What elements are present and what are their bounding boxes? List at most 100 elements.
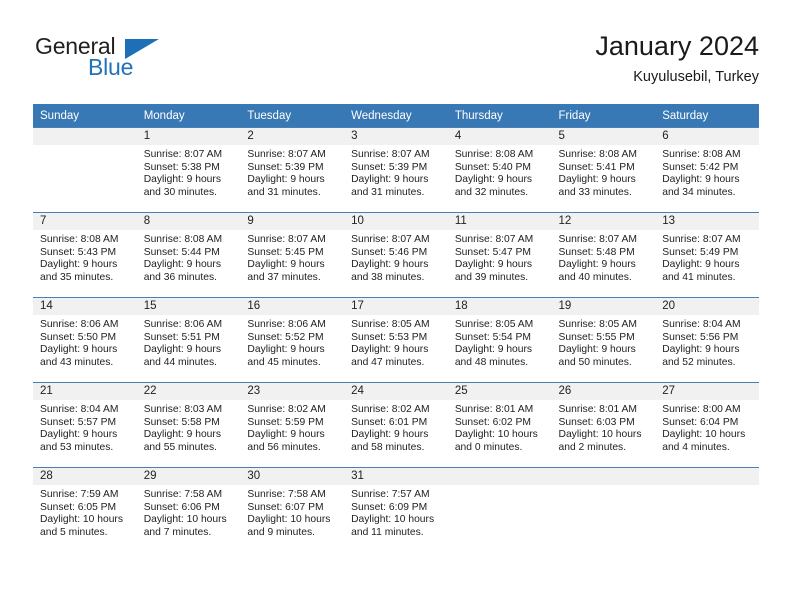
daylight-line: Daylight: 9 hours <box>247 344 325 356</box>
calendar-day-cell[interactable]: 19 Sunrise: 8:05 AM Sunset: 5:55 PM Dayligh… <box>551 297 656 383</box>
sunset-line: Sunset: 5:58 PM <box>143 416 220 428</box>
calendar-day-cell[interactable]: 31 Sunrise: 7:57 AM Sunset: 6:09 PM Dayligh… <box>344 467 448 552</box>
calendar-day-cell[interactable]: 25 Sunrise: 8:01 AM Sunset: 6:02 PM Dayligh… <box>447 382 552 468</box>
day-details: Sunrise: 8:08 AM Sunset: 5:41 PM Daylight:… <box>552 145 656 199</box>
calendar-day-cell[interactable]: 18 Sunrise: 8:05 AM Sunset: 5:54 PM Dayligh… <box>447 297 552 383</box>
daylight-line: Daylight: 10 hours <box>558 429 642 441</box>
sunset-line: Sunset: 6:05 PM <box>40 501 117 513</box>
day-details: Sunrise: 8:08 AM Sunset: 5:42 PM Daylight:… <box>655 145 759 199</box>
daylight-line-cont: and 50 minutes. <box>558 356 632 368</box>
daylight-line: Daylight: 9 hours <box>351 174 429 186</box>
calendar-day-cell[interactable]: 26 Sunrise: 8:01 AM Sunset: 6:03 PM Dayligh… <box>551 382 656 468</box>
daylight-line: Daylight: 9 hours <box>143 259 221 271</box>
daylight-line-cont: and 35 minutes. <box>40 271 114 283</box>
calendar-day-cell[interactable]: 11 Sunrise: 8:07 AM Sunset: 5:47 PM Dayligh… <box>447 212 552 298</box>
day-details: Sunrise: 7:58 AM Sunset: 6:07 PM Daylight:… <box>240 485 344 539</box>
sunset-line: Sunset: 5:52 PM <box>247 331 324 343</box>
sunset-line: Sunset: 6:04 PM <box>662 416 739 428</box>
day-number: 4 <box>447 128 552 145</box>
daylight-line: Daylight: 9 hours <box>662 174 740 186</box>
calendar-day-cell[interactable]: 14 Sunrise: 8:06 AM Sunset: 5:50 PM Dayligh… <box>33 297 137 383</box>
daylight-line-cont: and 4 minutes. <box>662 441 730 453</box>
calendar-day-cell[interactable]: 3 Sunrise: 8:07 AM Sunset: 5:39 PM Daylight… <box>344 127 448 213</box>
calendar-day-cell[interactable]: 6 Sunrise: 8:08 AM Sunset: 5:42 PM Daylight… <box>655 127 759 213</box>
calendar-day-cell[interactable]: 15 Sunrise: 8:06 AM Sunset: 5:51 PM Dayligh… <box>136 297 241 383</box>
calendar-day-cell[interactable]: 27 Sunrise: 8:00 AM Sunset: 6:04 PM Dayligh… <box>655 382 759 468</box>
daylight-line: Daylight: 9 hours <box>143 429 221 441</box>
calendar-day-cell[interactable]: 8 Sunrise: 8:08 AM Sunset: 5:44 PM Daylight… <box>136 212 241 298</box>
calendar-day-cell[interactable]: 10 Sunrise: 8:07 AM Sunset: 5:46 PM Dayligh… <box>344 212 448 298</box>
weekday-header-thursday: Thursday <box>447 104 552 128</box>
daylight-line: Daylight: 9 hours <box>662 344 740 356</box>
day-details: Sunrise: 8:06 AM Sunset: 5:52 PM Daylight:… <box>240 315 344 369</box>
sunrise-line: Sunrise: 8:08 AM <box>454 149 534 160</box>
calendar-page: General Blue January 2024 Kuyulusebil, T… <box>0 0 792 612</box>
calendar-day-cell[interactable]: 4 Sunrise: 8:08 AM Sunset: 5:40 PM Daylight… <box>447 127 552 213</box>
calendar-day-cell[interactable]: 17 Sunrise: 8:05 AM Sunset: 5:53 PM Dayligh… <box>344 297 448 383</box>
calendar-week-row: 1 Sunrise: 8:07 AM Sunset: 5:38 PM Daylight… <box>33 127 759 213</box>
day-number: 20 <box>655 298 759 315</box>
day-number: 22 <box>136 383 241 400</box>
daylight-line: Daylight: 9 hours <box>351 344 429 356</box>
daylight-line-cont: and 38 minutes. <box>351 271 425 283</box>
sunset-line: Sunset: 5:56 PM <box>662 331 739 343</box>
daylight-line-cont: and 37 minutes. <box>247 271 321 283</box>
sunset-line: Sunset: 5:38 PM <box>143 161 220 173</box>
calendar-day-cell[interactable]: 13 Sunrise: 8:07 AM Sunset: 5:49 PM Dayligh… <box>655 212 759 298</box>
calendar-day-cell[interactable]: 28 Sunrise: 7:59 AM Sunset: 6:05 PM Dayligh… <box>33 467 137 552</box>
calendar-day-cell[interactable]: 16 Sunrise: 8:06 AM Sunset: 5:52 PM Dayligh… <box>240 297 345 383</box>
day-details: Sunrise: 8:03 AM Sunset: 5:58 PM Daylight:… <box>137 400 241 454</box>
day-details: Sunrise: 8:06 AM Sunset: 5:51 PM Daylight:… <box>137 315 241 369</box>
day-number: 23 <box>240 383 345 400</box>
calendar-day-cell[interactable]: 24 Sunrise: 8:02 AM Sunset: 6:01 PM Dayligh… <box>344 382 448 468</box>
day-details: Sunrise: 7:57 AM Sunset: 6:09 PM Daylight:… <box>344 485 448 539</box>
daylight-line-cont: and 48 minutes. <box>454 356 529 368</box>
calendar-day-cell[interactable]: 12 Sunrise: 8:07 AM Sunset: 5:48 PM Dayligh… <box>551 212 656 298</box>
daylight-line-cont: and 45 minutes. <box>247 356 321 368</box>
sunrise-line: Sunrise: 8:02 AM <box>351 404 430 415</box>
calendar-day-cell[interactable]: 29 Sunrise: 7:58 AM Sunset: 6:06 PM Dayligh… <box>136 467 241 552</box>
daylight-line-cont: and 56 minutes. <box>247 441 321 453</box>
sunrise-line: Sunrise: 8:08 AM <box>40 234 119 245</box>
page-title: January 2024 <box>595 31 759 61</box>
sunrise-line: Sunrise: 7:58 AM <box>143 489 223 500</box>
calendar-day-cell[interactable]: 7 Sunrise: 8:08 AM Sunset: 5:43 PM Daylight… <box>33 212 137 298</box>
daylight-line-cont: and 55 minutes. <box>143 441 217 453</box>
calendar-day-cell[interactable]: 1 Sunrise: 8:07 AM Sunset: 5:38 PM Daylight… <box>136 127 241 213</box>
calendar-day-cell[interactable]: 9 Sunrise: 8:07 AM Sunset: 5:45 PM Daylight… <box>240 212 345 298</box>
brand-name-blue: Blue <box>88 54 134 80</box>
sunrise-line: Sunrise: 8:06 AM <box>40 319 119 330</box>
daylight-line-cont: and 39 minutes. <box>454 271 529 283</box>
sunrise-line: Sunrise: 8:07 AM <box>247 149 326 160</box>
day-details: Sunrise: 8:08 AM Sunset: 5:44 PM Daylight:… <box>137 230 241 284</box>
calendar-day-cell[interactable]: 20 Sunrise: 8:04 AM Sunset: 5:56 PM Dayligh… <box>655 297 759 383</box>
calendar-day-cell[interactable]: 2 Sunrise: 8:07 AM Sunset: 5:39 PM Daylight… <box>240 127 345 213</box>
day-number: 25 <box>447 383 552 400</box>
day-number: 12 <box>551 213 656 230</box>
calendar-grid: Sunday Monday Tuesday Wednesday Thursday… <box>33 104 759 552</box>
calendar-week-row: 7 Sunrise: 8:08 AM Sunset: 5:43 PM Daylight… <box>33 212 759 298</box>
daylight-line: Daylight: 9 hours <box>558 174 636 186</box>
calendar-day-cell[interactable]: 21 Sunrise: 8:04 AM Sunset: 5:57 PM Dayligh… <box>33 382 137 468</box>
daylight-line: Daylight: 10 hours <box>143 514 227 526</box>
calendar-day-cell[interactable]: 5 Sunrise: 8:08 AM Sunset: 5:41 PM Daylight… <box>551 127 656 213</box>
daylight-line-cont: and 30 minutes. <box>143 186 217 198</box>
brand-logo[interactable]: General Blue <box>33 33 233 91</box>
sunrise-line: Sunrise: 8:05 AM <box>351 319 430 330</box>
daylight-line: Daylight: 10 hours <box>454 429 538 441</box>
calendar-day-cell[interactable]: 23 Sunrise: 8:02 AM Sunset: 5:59 PM Dayligh… <box>240 382 345 468</box>
day-details: Sunrise: 8:04 AM Sunset: 5:57 PM Daylight:… <box>33 400 137 454</box>
daylight-line: Daylight: 9 hours <box>454 259 533 271</box>
day-number: 19 <box>551 298 656 315</box>
daylight-line-cont: and 53 minutes. <box>40 441 114 453</box>
day-number: 27 <box>655 383 759 400</box>
day-number: 13 <box>655 213 759 230</box>
calendar-day-cell[interactable]: 30 Sunrise: 7:58 AM Sunset: 6:07 PM Dayligh… <box>240 467 345 552</box>
sunset-line: Sunset: 6:03 PM <box>558 416 635 428</box>
calendar-day-cell[interactable]: 22 Sunrise: 8:03 AM Sunset: 5:58 PM Dayligh… <box>136 382 241 468</box>
sunrise-line: Sunrise: 8:07 AM <box>662 234 741 245</box>
day-details: Sunrise: 8:05 AM Sunset: 5:54 PM Daylight:… <box>448 315 552 369</box>
daylight-line: Daylight: 9 hours <box>143 344 221 356</box>
daylight-line: Daylight: 9 hours <box>454 344 533 356</box>
daylight-line-cont: and 34 minutes. <box>662 186 736 198</box>
